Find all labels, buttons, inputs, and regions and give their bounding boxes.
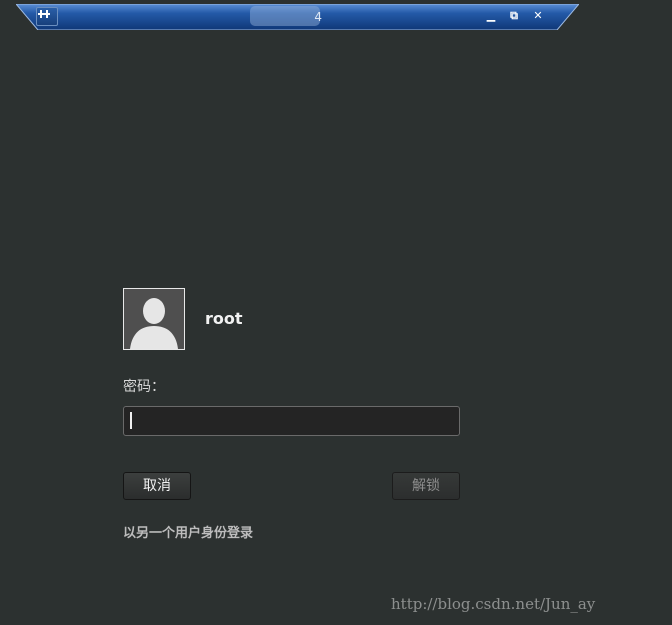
password-label: 密码：: [123, 379, 165, 395]
username: root: [205, 309, 243, 328]
user-silhouette-icon: [124, 289, 184, 349]
avatar: [123, 288, 185, 350]
pin-icon: [38, 10, 50, 18]
connection-title: 4: [314, 10, 322, 24]
pin-button[interactable]: [36, 7, 58, 26]
switch-user-link[interactable]: 以另一个用户身份登录: [123, 525, 253, 543]
minimize-button[interactable]: ▁: [482, 8, 500, 24]
watermark: http://blog.csdn.net/Jun_ay: [391, 595, 596, 613]
close-button[interactable]: ✕: [529, 8, 547, 24]
text-caret: [130, 412, 132, 429]
cancel-button[interactable]: 取消: [123, 472, 191, 500]
unlock-button[interactable]: 解锁: [392, 472, 460, 500]
password-field[interactable]: [123, 406, 460, 436]
restore-button[interactable]: ⧉: [505, 8, 523, 24]
remote-desktop-bar: 4 ▁ ⧉ ✕: [16, 4, 579, 30]
lock-screen: 4 ▁ ⧉ ✕ root 密码： 取消 解锁 以另一个用户身份登录 http:/…: [0, 0, 672, 625]
